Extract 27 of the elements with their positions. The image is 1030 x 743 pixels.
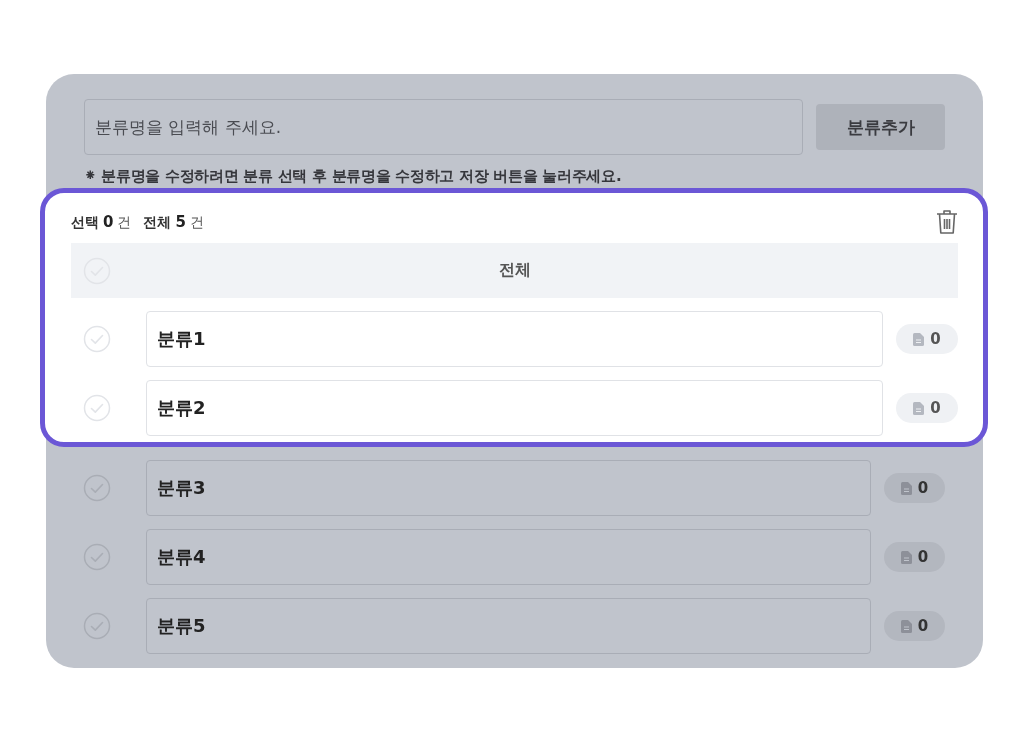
all-label: 전체	[497, 260, 532, 281]
unit-text: 건	[189, 213, 204, 232]
count-text: 0	[917, 548, 929, 566]
category-name-field[interactable]: 분류4	[146, 529, 872, 585]
document-icon	[900, 550, 912, 564]
document-icon	[900, 619, 912, 633]
category-name-field[interactable]: 분류1	[146, 311, 883, 367]
total-label: 전체	[143, 213, 172, 232]
hint-text: ⁕ 분류명을 수정하려면 분류 선택 후 분류명을 수정하고 저장 버튼을 눌러주세요.	[84, 167, 623, 186]
count-text: 0	[930, 330, 941, 348]
document-icon	[913, 401, 925, 415]
add-category-button[interactable]: 분류추가	[816, 104, 945, 150]
category-name-field[interactable]: 분류5	[146, 598, 872, 654]
unit-text: 건	[117, 213, 132, 232]
selected-count: 0	[103, 212, 114, 231]
count-text: 0	[917, 617, 929, 635]
category-name-field[interactable]: 분류3	[146, 460, 872, 516]
selected-label: 선택	[71, 213, 99, 232]
trash-icon[interactable]	[936, 209, 958, 235]
count-text: 0	[917, 479, 929, 497]
category-input-field[interactable]: 분류명을 입력해 주세요.	[84, 99, 803, 155]
count-text: 0	[930, 399, 941, 417]
all-row[interactable]: 전체	[71, 243, 958, 298]
category-name-field[interactable]: 분류2	[146, 380, 883, 436]
document-icon	[900, 481, 912, 495]
total-count: 5	[175, 212, 186, 231]
document-icon	[913, 332, 925, 346]
